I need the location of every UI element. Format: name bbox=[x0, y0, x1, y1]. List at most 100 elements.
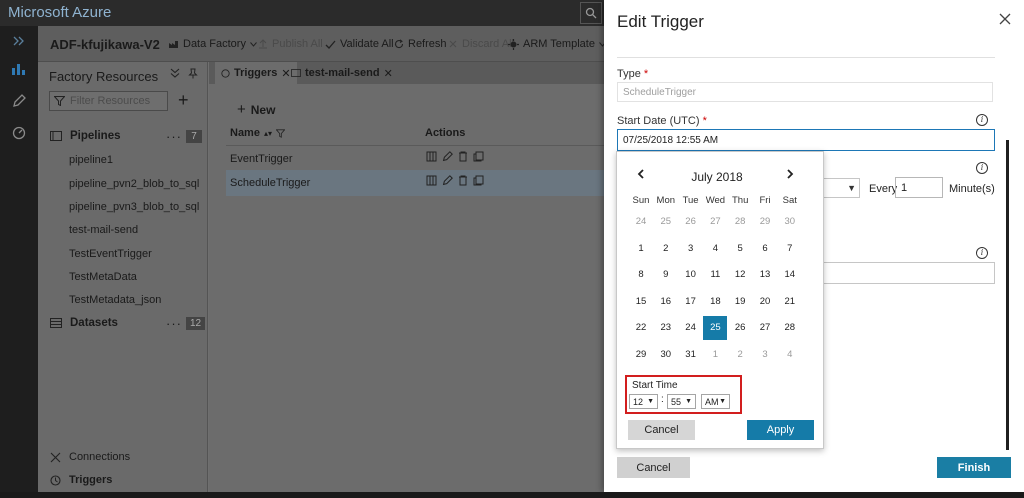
monitor-gauge-icon[interactable] bbox=[10, 124, 28, 142]
calendar-day[interactable]: 26 bbox=[679, 210, 703, 234]
trigger-name[interactable]: EventTrigger bbox=[230, 153, 293, 165]
calendar-day[interactable]: 5 bbox=[728, 237, 752, 261]
calendar-day[interactable]: 23 bbox=[654, 316, 678, 340]
minute-select[interactable]: 55 ▼ bbox=[667, 394, 696, 409]
calendar-day[interactable]: 20 bbox=[753, 290, 777, 314]
refresh-button[interactable]: Refresh bbox=[394, 38, 447, 50]
code-icon[interactable] bbox=[426, 151, 437, 162]
validate-all-button[interactable]: Validate All bbox=[325, 38, 394, 50]
ampm-select[interactable]: AM ▼ bbox=[701, 394, 730, 409]
calendar-day[interactable]: 2 bbox=[654, 237, 678, 261]
publish-all-button[interactable]: Publish All bbox=[258, 38, 323, 50]
calendar-day[interactable]: 22 bbox=[629, 316, 653, 340]
finish-button[interactable]: Finish bbox=[937, 457, 1011, 478]
calendar-day[interactable]: 31 bbox=[679, 343, 703, 367]
arm-template-menu[interactable]: ARM Template bbox=[508, 38, 606, 50]
pipeline-item[interactable]: pipeline1 bbox=[69, 154, 113, 166]
info-icon[interactable]: i bbox=[976, 114, 988, 126]
calendar-day[interactable]: 3 bbox=[753, 343, 777, 367]
search-icon[interactable] bbox=[580, 2, 602, 24]
brand-title[interactable]: Microsoft Azure bbox=[8, 4, 111, 21]
tab-test-mail-send[interactable]: test-mail-send ✕ bbox=[285, 62, 399, 84]
pipeline-item[interactable]: TestEventTrigger bbox=[69, 248, 152, 260]
calendar-day[interactable]: 25 bbox=[654, 210, 678, 234]
apply-button[interactable]: Apply bbox=[747, 420, 814, 440]
calendar-day[interactable]: 30 bbox=[778, 210, 802, 234]
triggers-link[interactable]: Triggers bbox=[50, 474, 112, 486]
clone-icon[interactable] bbox=[473, 151, 484, 162]
end-field[interactable] bbox=[818, 262, 995, 284]
filter-icon[interactable] bbox=[276, 128, 285, 138]
calendar-day[interactable]: 10 bbox=[679, 263, 703, 287]
calendar-day[interactable]: 15 bbox=[629, 290, 653, 314]
info-icon[interactable]: i bbox=[976, 162, 988, 174]
calendar-day[interactable]: 29 bbox=[629, 343, 653, 367]
calendar-day[interactable]: 30 bbox=[654, 343, 678, 367]
calendar-day[interactable]: 21 bbox=[778, 290, 802, 314]
filter-resources-field[interactable] bbox=[49, 91, 168, 111]
calendar-day[interactable]: 11 bbox=[703, 263, 727, 287]
cancel-button[interactable]: Cancel bbox=[617, 457, 690, 478]
hour-select[interactable]: 12 ▼ bbox=[629, 394, 658, 409]
clone-icon[interactable] bbox=[473, 175, 484, 186]
discard-all-button[interactable]: Discard All bbox=[448, 38, 514, 50]
sort-icon[interactable]: ▴▾ bbox=[264, 129, 272, 138]
calendar-day[interactable]: 16 bbox=[654, 290, 678, 314]
connections-link[interactable]: Connections bbox=[50, 451, 130, 463]
calendar-day[interactable]: 28 bbox=[728, 210, 752, 234]
pipeline-item[interactable]: TestMetadata_json bbox=[69, 294, 161, 306]
calendar-day[interactable]: 12 bbox=[728, 263, 752, 287]
calendar-day[interactable]: 13 bbox=[753, 263, 777, 287]
overview-icon[interactable] bbox=[10, 60, 28, 78]
calendar-day[interactable]: 8 bbox=[629, 263, 653, 287]
blade-scrollbar[interactable] bbox=[1006, 140, 1009, 450]
more-actions-icon[interactable]: ··· bbox=[166, 316, 182, 331]
calendar-day[interactable]: 2 bbox=[728, 343, 752, 367]
info-icon[interactable]: i bbox=[976, 247, 988, 259]
pipelines-group[interactable]: Pipelines bbox=[50, 130, 121, 142]
table-row[interactable]: EventTrigger bbox=[226, 146, 604, 172]
more-actions-icon[interactable]: ··· bbox=[166, 129, 182, 144]
delete-icon[interactable] bbox=[458, 151, 468, 162]
every-interval-input[interactable]: 1 bbox=[895, 177, 943, 198]
calendar-day[interactable]: 1 bbox=[629, 237, 653, 261]
calendar-day[interactable]: 4 bbox=[703, 237, 727, 261]
pipeline-item[interactable]: pipeline_pvn2_blob_to_sql bbox=[69, 178, 199, 190]
data-factory-menu[interactable]: Data Factory bbox=[168, 38, 257, 50]
calendar-day[interactable]: 27 bbox=[753, 316, 777, 340]
filter-resources-input[interactable] bbox=[70, 95, 160, 107]
pipeline-item[interactable]: TestMetaData bbox=[69, 271, 137, 283]
picker-cancel-button[interactable]: Cancel bbox=[628, 420, 695, 440]
selected-day[interactable]: 25 bbox=[703, 316, 728, 341]
start-date-input[interactable]: 07/25/2018 12:55 AM bbox=[617, 129, 995, 151]
code-icon[interactable] bbox=[426, 175, 437, 186]
add-resource-button[interactable]: + bbox=[178, 90, 189, 111]
pin-icon[interactable] bbox=[188, 68, 198, 79]
name-column-header[interactable]: Name ▴▾ bbox=[230, 127, 285, 139]
calendar-day[interactable]: 24 bbox=[679, 316, 703, 340]
trigger-name[interactable]: ScheduleTrigger bbox=[230, 177, 310, 189]
author-pencil-icon[interactable] bbox=[10, 92, 28, 110]
new-trigger-button[interactable]: + New bbox=[237, 101, 275, 118]
collapse-all-icon[interactable] bbox=[170, 68, 180, 78]
calendar-day[interactable]: 24 bbox=[629, 210, 653, 234]
calendar-day[interactable]: 17 bbox=[679, 290, 703, 314]
calendar-day[interactable]: 14 bbox=[778, 263, 802, 287]
next-month-icon[interactable] bbox=[786, 169, 794, 179]
edit-icon[interactable] bbox=[442, 151, 453, 162]
calendar-day[interactable]: 18 bbox=[703, 290, 727, 314]
pipeline-item[interactable]: pipeline_pvn3_blob_to_sql bbox=[69, 201, 199, 213]
calendar-day[interactable]: 7 bbox=[778, 237, 802, 261]
calendar-day[interactable]: 19 bbox=[728, 290, 752, 314]
delete-icon[interactable] bbox=[458, 175, 468, 186]
table-row[interactable]: ScheduleTrigger bbox=[226, 170, 604, 196]
calendar-day[interactable]: 4 bbox=[778, 343, 802, 367]
pipeline-item[interactable]: test-mail-send bbox=[69, 224, 138, 236]
expand-chevron-icon[interactable] bbox=[10, 32, 28, 50]
calendar-day[interactable]: 9 bbox=[654, 263, 678, 287]
calendar-day[interactable]: 1 bbox=[703, 343, 727, 367]
edit-icon[interactable] bbox=[442, 175, 453, 186]
calendar-day[interactable]: 27 bbox=[703, 210, 727, 234]
calendar-day[interactable]: 6 bbox=[753, 237, 777, 261]
datasets-group[interactable]: Datasets bbox=[50, 317, 118, 329]
